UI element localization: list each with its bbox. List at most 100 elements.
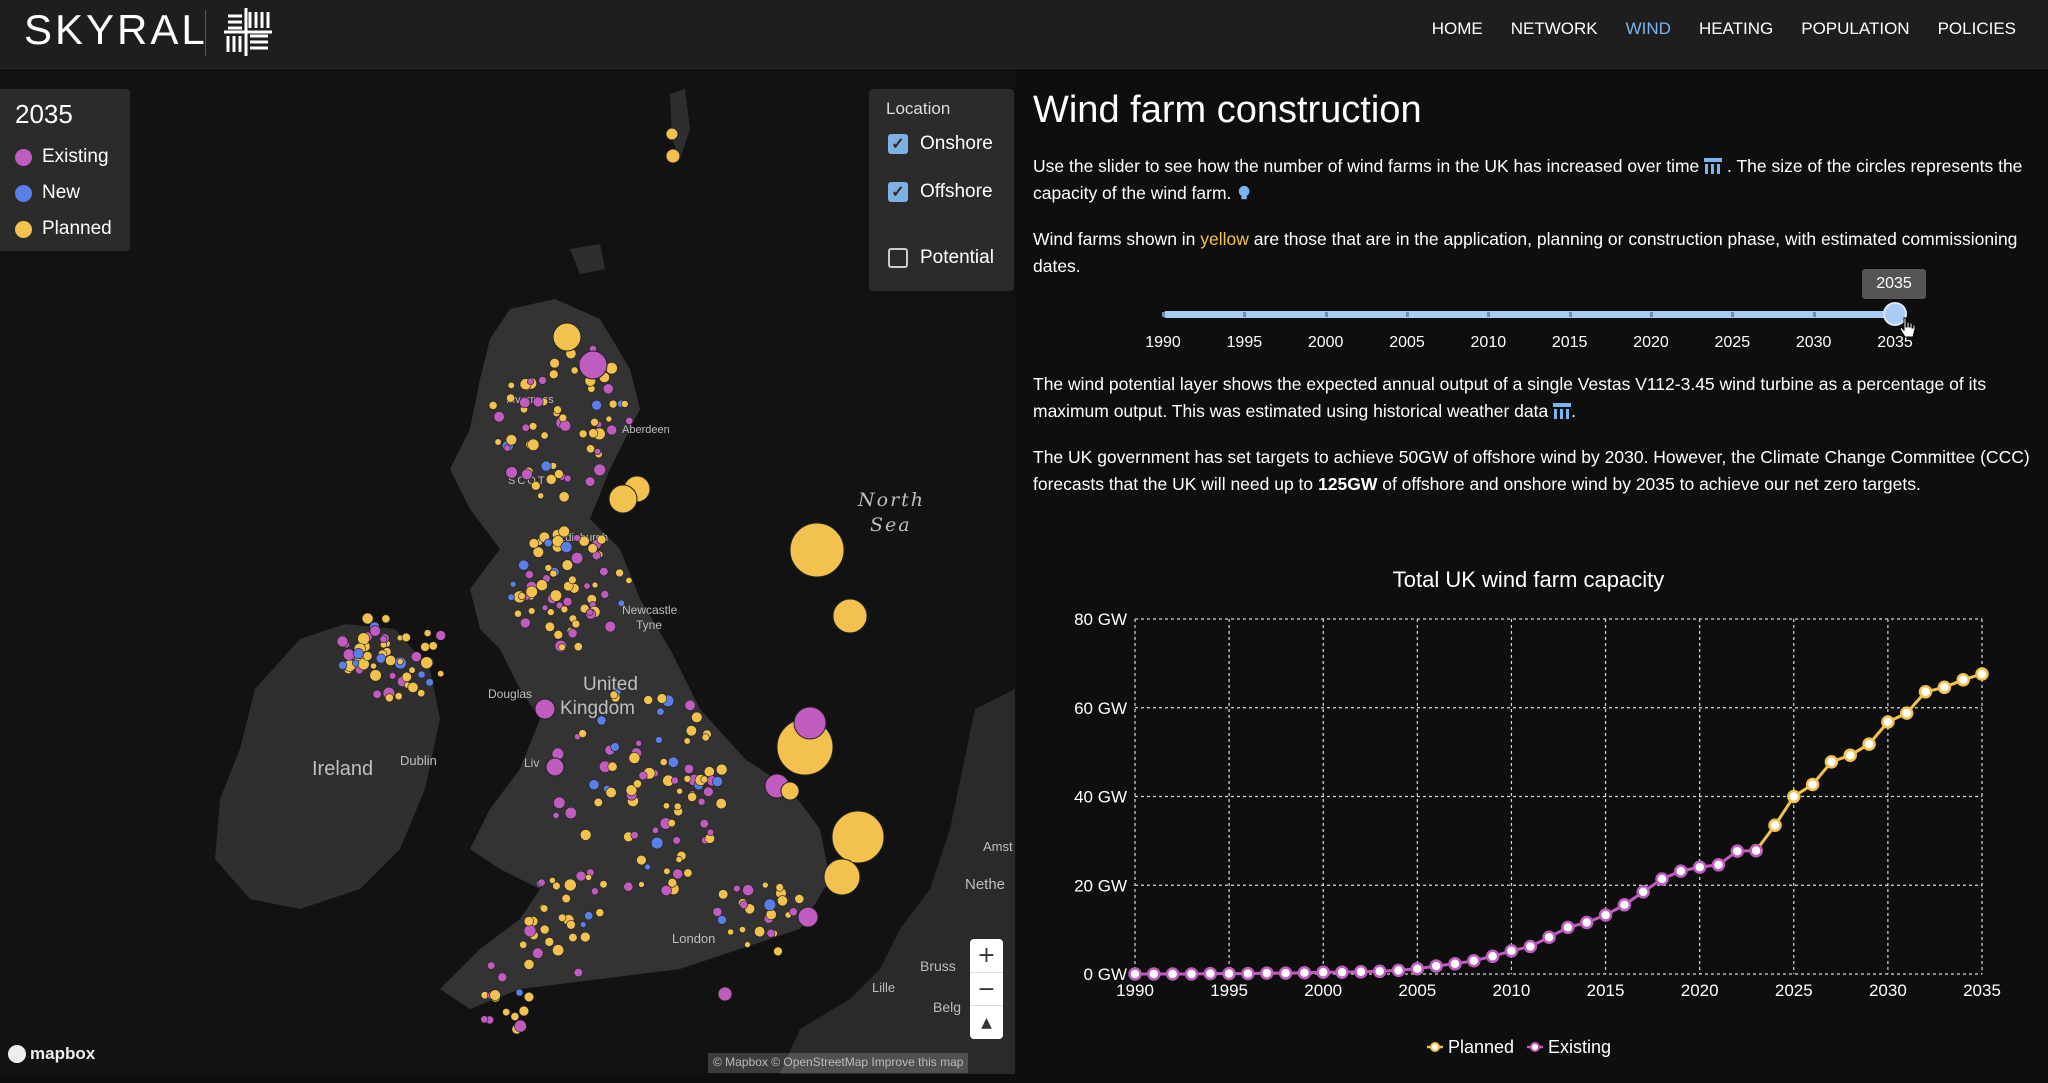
wind-farm-marker[interactable] xyxy=(697,797,706,806)
wind-farm-marker[interactable] xyxy=(663,867,671,875)
wind-farm-marker[interactable] xyxy=(638,881,645,888)
wind-farm-marker[interactable] xyxy=(578,429,588,439)
wind-farm-marker[interactable] xyxy=(423,629,432,637)
wind-farm-marker[interactable] xyxy=(521,423,530,432)
legend-label-planned[interactable]: Planned xyxy=(1448,1037,1514,1057)
map-attribution[interactable]: © Mapbox © OpenStreetMap Improve this ma… xyxy=(708,1053,969,1073)
wind-farm-marker[interactable] xyxy=(579,921,587,928)
chart-point-planned[interactable] xyxy=(1881,715,1895,729)
chart-point-existing[interactable] xyxy=(1203,966,1218,981)
wind-farm-marker[interactable] xyxy=(573,967,583,978)
nav-population[interactable]: POPULATION xyxy=(1801,19,1909,39)
wind-farm-marker[interactable] xyxy=(523,991,535,1003)
wind-farm-marker[interactable] xyxy=(651,826,659,834)
lightbulb-icon[interactable] xyxy=(1236,185,1254,201)
wind-farm-marker[interactable] xyxy=(375,653,386,664)
chart-point-existing[interactable] xyxy=(1467,953,1481,968)
wind-farm-marker[interactable] xyxy=(675,855,683,863)
wind-farm-marker[interactable] xyxy=(518,592,526,600)
wind-farm-marker[interactable] xyxy=(417,670,426,679)
wind-farm-marker[interactable] xyxy=(489,989,501,1001)
wind-farm-marker[interactable] xyxy=(488,400,498,410)
wind-farm-marker[interactable] xyxy=(683,774,692,783)
wind-farm-marker[interactable] xyxy=(558,643,566,652)
wind-farm-marker[interactable] xyxy=(671,776,679,785)
wind-farm-marker[interactable] xyxy=(523,959,535,970)
wind-farm-marker[interactable] xyxy=(503,444,511,452)
wind-farm-marker[interactable] xyxy=(656,693,668,704)
brand-name[interactable]: SKYRAL xyxy=(24,6,208,54)
offshore-wind-farm-marker[interactable] xyxy=(608,484,638,514)
wind-farm-marker[interactable] xyxy=(369,669,382,682)
slider-track[interactable] xyxy=(1163,311,1896,318)
wind-farm-marker[interactable] xyxy=(575,870,587,882)
chart-point-existing[interactable] xyxy=(1711,858,1726,872)
wind-farm-marker[interactable] xyxy=(644,863,651,871)
chart-point-existing[interactable] xyxy=(1692,860,1707,874)
wind-farm-marker[interactable] xyxy=(584,476,596,487)
wind-farm-marker[interactable] xyxy=(593,797,603,808)
wind-farm-marker[interactable] xyxy=(388,672,397,680)
wind-farm-marker[interactable] xyxy=(417,689,426,698)
wind-farm-map[interactable]: North Sea Ireland Dublin United Kingdom … xyxy=(0,69,1015,1074)
chart-point-existing[interactable] xyxy=(1241,966,1255,981)
offshore-wind-farm-marker[interactable] xyxy=(665,127,679,141)
wind-farm-marker[interactable] xyxy=(667,756,680,768)
wind-farm-marker[interactable] xyxy=(715,797,727,810)
wind-farm-marker[interactable] xyxy=(552,811,560,819)
wind-farm-marker[interactable] xyxy=(425,678,434,687)
wind-farm-marker[interactable] xyxy=(435,630,446,641)
wind-farm-marker[interactable] xyxy=(525,585,538,598)
wind-farm-marker[interactable] xyxy=(537,492,545,500)
wind-farm-marker[interactable] xyxy=(532,947,544,959)
wind-farm-marker[interactable] xyxy=(610,742,620,752)
wind-farm-marker[interactable] xyxy=(549,877,556,884)
wind-farm-marker[interactable] xyxy=(558,491,570,503)
wind-farm-marker[interactable] xyxy=(553,405,562,415)
offshore-wind-farm-marker[interactable] xyxy=(797,906,819,928)
offshore-wind-farm-marker[interactable] xyxy=(780,781,800,801)
chart-point-existing[interactable] xyxy=(1598,908,1613,922)
wind-farm-marker[interactable] xyxy=(561,559,574,571)
offshore-wind-farm-marker[interactable] xyxy=(789,522,845,578)
wind-farm-marker[interactable] xyxy=(794,894,805,904)
wind-farm-marker[interactable] xyxy=(638,771,648,781)
offshore-checkbox[interactable]: ✓ Offshore xyxy=(888,181,993,203)
wind-farm-marker[interactable] xyxy=(514,609,522,618)
offshore-wind-farm-marker[interactable] xyxy=(578,350,608,380)
offshore-label[interactable]: Offshore xyxy=(920,181,993,203)
wind-farm-marker[interactable] xyxy=(683,737,691,745)
wind-farm-marker[interactable] xyxy=(401,632,411,643)
wind-farm-marker[interactable] xyxy=(538,376,547,385)
wind-farm-marker[interactable] xyxy=(548,369,559,380)
wind-farm-marker[interactable] xyxy=(599,567,609,577)
nav-heating[interactable]: HEATING xyxy=(1699,19,1773,39)
chart-point-existing[interactable] xyxy=(1429,959,1443,973)
checkbox-unchecked-icon[interactable] xyxy=(888,248,908,268)
wind-farm-marker[interactable] xyxy=(567,628,578,639)
wind-farm-marker[interactable] xyxy=(549,358,560,369)
wind-farm-marker[interactable] xyxy=(568,932,578,943)
wind-farm-marker[interactable] xyxy=(563,878,577,892)
wind-farm-marker[interactable] xyxy=(527,607,536,615)
wind-farm-marker[interactable] xyxy=(585,444,595,454)
wind-farm-marker[interactable] xyxy=(557,913,567,922)
wind-farm-marker[interactable] xyxy=(502,1008,511,1017)
wind-farm-marker[interactable] xyxy=(685,725,698,737)
checkbox-checked-icon[interactable]: ✓ xyxy=(888,182,908,202)
wind-farm-marker[interactable] xyxy=(588,428,599,439)
wind-farm-marker[interactable] xyxy=(515,988,524,997)
wind-farm-marker[interactable] xyxy=(381,614,391,624)
wind-farm-marker[interactable] xyxy=(579,829,592,841)
wind-farm-marker[interactable] xyxy=(623,881,634,892)
wind-farm-marker[interactable] xyxy=(539,924,550,935)
wind-farm-marker[interactable] xyxy=(766,928,776,938)
offshore-wind-farm-marker[interactable] xyxy=(832,598,868,634)
wind-farm-marker[interactable] xyxy=(712,907,723,917)
wind-farm-marker[interactable] xyxy=(586,608,594,616)
wind-farm-marker[interactable] xyxy=(753,925,766,938)
wind-farm-marker[interactable] xyxy=(562,596,573,607)
wind-farm-marker[interactable] xyxy=(605,415,613,423)
wind-farm-marker[interactable] xyxy=(510,1012,520,1021)
wind-farm-marker[interactable] xyxy=(410,651,422,663)
